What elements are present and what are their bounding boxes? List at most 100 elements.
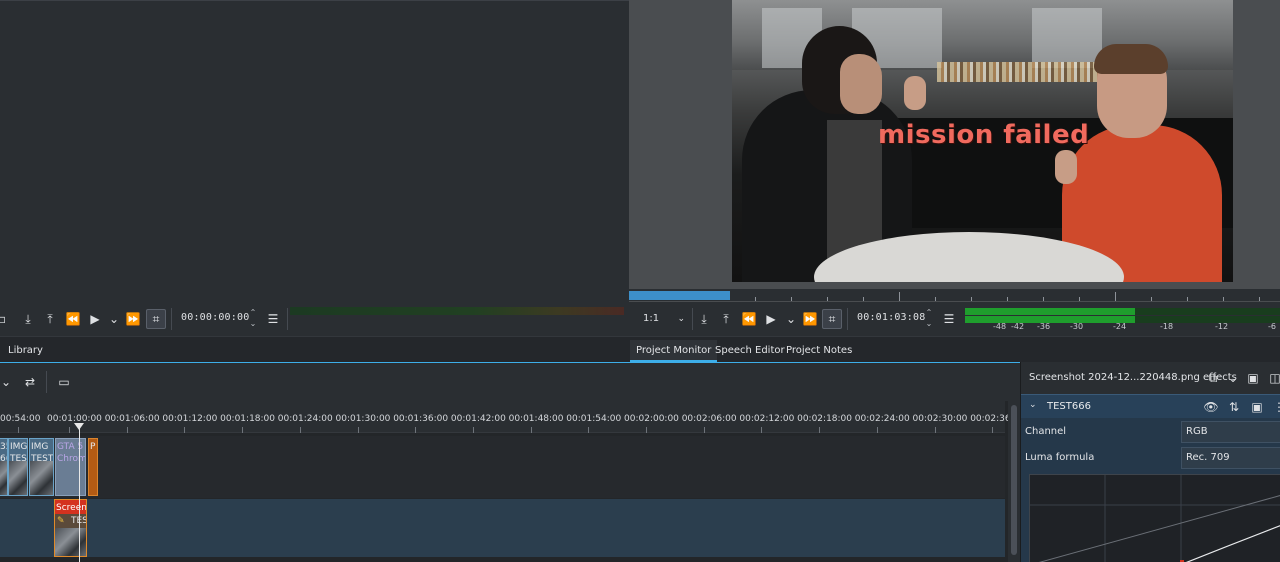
param-label-luma-formula: Luma formula xyxy=(1025,452,1095,463)
chevron-down-icon[interactable]: ⌄ xyxy=(104,309,124,329)
play-icon[interactable]: ▶ xyxy=(761,309,781,329)
timeline-ruler[interactable]: 00:54:00 00:01:00:00 00:01:06:00 00:01:12:0… xyxy=(0,401,1025,433)
save-icon[interactable]: ▣ xyxy=(1243,368,1263,388)
ruler-label: 00:01:24:00 xyxy=(277,414,333,424)
meter-db-label: -36 xyxy=(1037,322,1051,331)
ruler-tick xyxy=(761,427,763,433)
video-clip[interactable]: GTA 5 Chrom xyxy=(55,438,86,496)
ruler-tick xyxy=(126,427,128,433)
ruler-label: 00:01:30:00 xyxy=(335,414,391,424)
mixer-icon[interactable]: ⇄ xyxy=(20,372,40,392)
video-clip[interactable]: IMG TES xyxy=(8,438,28,496)
timecode-spinner[interactable]: ⌃ ⌄ xyxy=(923,307,935,331)
curve-editor[interactable] xyxy=(1029,474,1280,562)
set-zone-in-icon[interactable]: ⤓ xyxy=(694,309,714,329)
ruler-tick xyxy=(472,427,474,433)
ruler-label: 00:02:30:00 xyxy=(912,414,968,424)
meter-db-label: -6 xyxy=(1268,322,1276,331)
compare-icon[interactable]: ⧉ xyxy=(1203,368,1223,388)
luma-formula-select[interactable]: Rec. 709 xyxy=(1181,447,1280,469)
eye-icon[interactable]: 👁 xyxy=(1201,397,1221,417)
timeline-toolbar: ⌄ ⇄ ▭ xyxy=(0,363,1020,401)
more-icon[interactable]: ⋮ xyxy=(1269,397,1280,417)
ruler-label: 00:01:54:00 xyxy=(566,414,622,424)
effect-stack-header: Screenshot 2024-12...220448.png effects … xyxy=(1021,362,1280,394)
crop-icon[interactable]: ⌗ xyxy=(822,309,842,329)
zoom-select[interactable]: 1:1 ⌄ xyxy=(635,309,687,329)
project-monitor: mission failed 1:1 ⌄ ⤓ ⤒ ⏪ ▶ ⌄ ⏩ ⌗ 00:01… xyxy=(629,0,1280,362)
project-zone-bar[interactable] xyxy=(629,291,730,300)
separator xyxy=(847,308,848,330)
ruler-label: 00:02:06:00 xyxy=(681,414,737,424)
ruler-label: 00:01:48:00 xyxy=(508,414,564,424)
crop-icon[interactable]: ⌗ xyxy=(146,309,166,329)
second-track[interactable]: Screen ✎ TES xyxy=(0,499,1005,557)
tab-project-notes[interactable]: Project Notes xyxy=(780,340,858,362)
ruler-tick xyxy=(703,427,705,433)
split-view-icon[interactable]: ◫ xyxy=(1265,368,1280,388)
ruler-tick xyxy=(588,427,590,433)
ruler-label: 00:54:00 xyxy=(0,414,41,424)
chevron-down-icon[interactable]: ⌄ xyxy=(1029,400,1037,410)
chevron-down-icon[interactable]: ⌄ xyxy=(781,309,801,329)
ruler-label: 00:02:24:00 xyxy=(854,414,910,424)
scrollbar-thumb[interactable] xyxy=(1011,405,1017,555)
set-zone-out-icon[interactable]: ⤒ xyxy=(716,309,736,329)
effect-name: TEST666 xyxy=(1047,401,1091,412)
curve-graph xyxy=(1030,475,1280,562)
scene-window xyxy=(1032,8,1102,68)
timeline-scrollbar[interactable] xyxy=(1008,401,1020,562)
video-frame[interactable]: mission failed xyxy=(732,0,1233,282)
meter-db-label: -30 xyxy=(1070,322,1084,331)
meter-db-label: -18 xyxy=(1160,322,1174,331)
project-audio-meter: -48 -42 -36 -30 -24 -18 -12 -6 xyxy=(965,304,1280,336)
tab-speech-editor[interactable]: Speech Editor xyxy=(709,340,791,362)
clip-audio-meter xyxy=(290,307,624,315)
menu-icon[interactable]: ☰ xyxy=(939,309,959,329)
clip-timecode[interactable]: 00:00:00:00 xyxy=(181,312,249,323)
effect-stack-panel: Screenshot 2024-12...220448.png effects … xyxy=(1020,362,1280,562)
rewind-icon[interactable]: ⏪ xyxy=(739,309,759,329)
effect-item-header[interactable]: ⌄ TEST666 👁 ⇅ ▣ ⋮ xyxy=(1021,394,1280,418)
separator xyxy=(692,308,693,330)
ruler-tick xyxy=(299,427,301,433)
ruler-tick xyxy=(646,427,647,433)
video-clip[interactable]: 35 6( xyxy=(0,438,8,496)
ruler-tick xyxy=(184,427,186,433)
video-clip[interactable]: P xyxy=(88,438,98,496)
timecode-spinner[interactable]: ⌃ ⌄ xyxy=(247,307,259,331)
ruler-tick xyxy=(530,427,532,433)
meter-db-label: -24 xyxy=(1113,322,1127,331)
forward-icon[interactable]: ⏩ xyxy=(123,309,143,329)
meter-db-label: -42 xyxy=(1011,322,1025,331)
scene-hand xyxy=(904,76,926,110)
playhead[interactable] xyxy=(79,425,80,562)
ruler-label: 00:01:42:00 xyxy=(450,414,506,424)
clip-thumbnail xyxy=(30,461,53,495)
ruler-tick xyxy=(876,427,878,433)
tab-project-monitor[interactable]: Project Monitor xyxy=(630,340,718,362)
fullscreen-icon[interactable]: ▫ xyxy=(0,309,12,329)
presets-icon[interactable]: ⇅ xyxy=(1224,397,1244,417)
channel-select[interactable]: RGB xyxy=(1181,421,1280,443)
tab-library[interactable]: Library xyxy=(2,340,49,362)
chevron-down-icon[interactable]: ⌄ xyxy=(1223,368,1243,388)
chevron-down-icon[interactable]: ⌄ xyxy=(0,372,16,392)
set-zone-in-icon[interactable]: ⤓ xyxy=(18,309,38,329)
subtitle-icon[interactable]: ▭ xyxy=(54,372,74,392)
video-clip[interactable]: IMG TEST xyxy=(29,438,54,496)
set-zone-out-icon[interactable]: ⤒ xyxy=(40,309,60,329)
scene-hand xyxy=(1055,150,1077,184)
effect-badge-icon: ✎ xyxy=(57,516,65,526)
project-monitor-tabs: Project Monitor Speech Editor Project No… xyxy=(629,336,1280,362)
forward-icon[interactable]: ⏩ xyxy=(800,309,820,329)
menu-icon[interactable]: ☰ xyxy=(263,309,283,329)
rewind-icon[interactable]: ⏪ xyxy=(63,309,83,329)
save-icon[interactable]: ▣ xyxy=(1247,397,1267,417)
video-track[interactable]: 35 6( IMG TES IMG TEST GTA 5 Chrom P xyxy=(0,436,1005,498)
clip-monitor-view[interactable] xyxy=(0,0,629,302)
ruler-tick xyxy=(992,427,994,433)
image-clip[interactable]: Screen ✎ TES xyxy=(54,499,87,557)
project-timecode[interactable]: 00:01:03:08 xyxy=(857,312,925,323)
play-icon[interactable]: ▶ xyxy=(85,309,105,329)
